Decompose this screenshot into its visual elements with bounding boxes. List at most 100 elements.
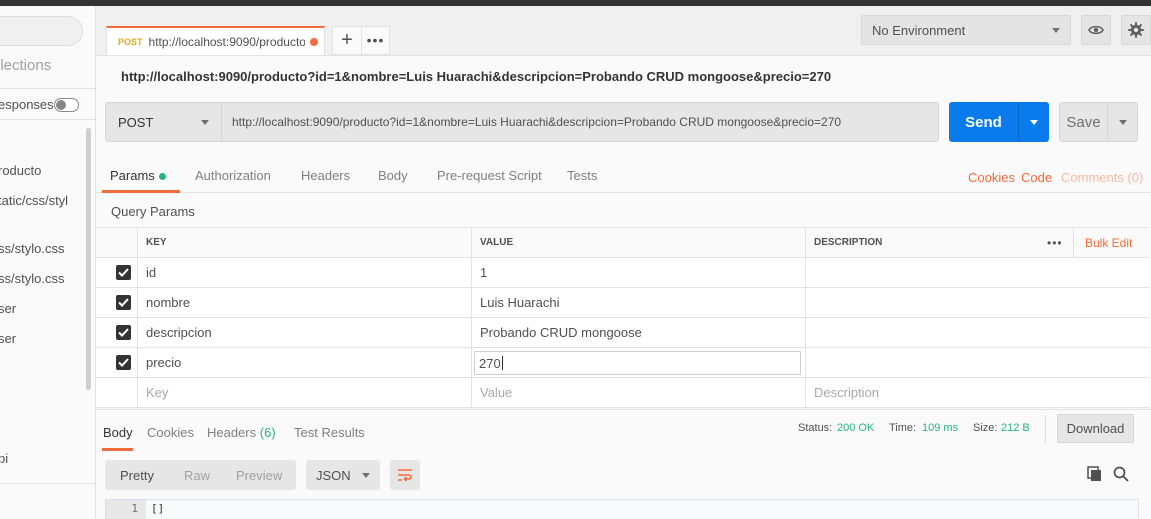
param-key-cell[interactable]: precio (137, 348, 471, 377)
table-row: descripcion Probando CRUD mongoose (96, 318, 1149, 348)
save-responses-label: esponses (0, 97, 54, 112)
param-value-cell[interactable]: 1 (471, 258, 805, 287)
response-format-select[interactable]: JSON (306, 460, 380, 490)
param-value-input-text: 270 (479, 355, 501, 371)
new-tab-button[interactable]: + (332, 26, 362, 55)
param-key-cell[interactable]: nombre (137, 288, 471, 317)
row-enabled-checkbox[interactable] (116, 325, 131, 340)
request-tab[interactable]: POST http://localhost:9090/producto?id=1… (106, 26, 325, 55)
time-label: Time: (889, 422, 917, 434)
param-key-cell[interactable]: id (137, 258, 471, 287)
table-row: id 1 (96, 258, 1149, 288)
save-button[interactable]: Save (1059, 102, 1108, 142)
response-tab-headers[interactable]: Headers (6) (207, 425, 276, 440)
row-enabled-checkbox[interactable] (116, 295, 131, 310)
param-description-cell[interactable] (805, 348, 1149, 377)
save-options-button[interactable] (1108, 102, 1138, 142)
send-options-button[interactable] (1018, 102, 1049, 142)
row-checkbox-cell (96, 348, 137, 377)
response-tab-cookies[interactable]: Cookies (147, 425, 194, 440)
sidebar-history-item[interactable]: ss/stylo.css (0, 271, 64, 286)
line-number: 1 (106, 500, 146, 519)
sidebar-history-item[interactable]: ser (0, 331, 16, 346)
tab-params[interactable]: Params (110, 168, 166, 183)
sidebar-collections-tab[interactable]: llections (0, 57, 51, 74)
sidebar-divider (0, 119, 95, 120)
tab-tests[interactable]: Tests (567, 168, 597, 183)
sidebar-history-item[interactable]: pi (0, 451, 8, 466)
http-method-select[interactable]: POST (105, 102, 222, 142)
param-key-cell[interactable]: descripcion (137, 318, 471, 347)
bulk-edit-link[interactable]: Bulk Edit (1085, 236, 1132, 250)
sidebar-history-item[interactable]: ser (0, 301, 16, 316)
sidebar-history-item[interactable]: ss/stylo.css (0, 241, 64, 256)
check-icon (118, 328, 129, 337)
cookies-link[interactable]: Cookies (968, 170, 1015, 185)
size-value[interactable]: 212 B (1001, 422, 1030, 434)
sidebar-history-item[interactable]: roducto (0, 163, 41, 178)
tab-pre-request-script[interactable]: Pre-request Script (437, 168, 542, 183)
param-value-input-active[interactable]: 270 (474, 351, 801, 375)
tab-authorization[interactable]: Authorization (195, 168, 271, 183)
active-response-tab-indicator (102, 448, 133, 451)
response-tab-test-results[interactable]: Test Results (294, 425, 365, 440)
request-url-input[interactable]: http://localhost:9090/producto?id=1&nomb… (222, 102, 939, 142)
save-button-label: Save (1066, 113, 1101, 131)
unsaved-changes-dot[interactable] (309, 37, 318, 46)
response-tab-body[interactable]: Body (103, 425, 133, 440)
sidebar-divider (0, 483, 95, 484)
row-enabled-checkbox[interactable] (116, 355, 131, 370)
active-tab-indicator (102, 190, 180, 193)
response-headers-count: (6) (259, 425, 276, 440)
send-button[interactable]: Send (949, 102, 1018, 142)
param-description-cell[interactable] (805, 258, 1149, 287)
search-icon[interactable] (1113, 466, 1129, 482)
environment-quick-look-button[interactable] (1081, 15, 1111, 45)
response-format-value: JSON (316, 467, 351, 483)
new-param-value-input[interactable]: Value (471, 378, 805, 407)
status-value[interactable]: 200 OK (837, 422, 874, 434)
params-indicator-dot (158, 173, 166, 181)
param-description-cell[interactable] (805, 288, 1149, 317)
preview-view-button[interactable]: Preview (236, 468, 282, 483)
comments-link[interactable]: Comments (0) (1061, 170, 1143, 185)
params-table-header: KEY VALUE DESCRIPTION ••• Bulk Edit (96, 227, 1149, 259)
param-description-cell[interactable] (805, 318, 1149, 347)
raw-view-button[interactable]: Raw (184, 468, 210, 483)
tab-headers[interactable]: Headers (301, 168, 350, 183)
pretty-view-button[interactable]: Pretty (120, 468, 154, 483)
time-value[interactable]: 109 ms (922, 422, 958, 434)
row-enabled-checkbox[interactable] (116, 265, 131, 280)
code-link[interactable]: Code (1021, 170, 1052, 185)
new-param-key-input[interactable]: Key (137, 378, 471, 407)
request-name[interactable]: http://localhost:9090/producto?id=1&nomb… (121, 69, 831, 84)
sidebar-scrollbar[interactable] (86, 128, 91, 390)
tab-options-button[interactable]: ••• (362, 26, 390, 55)
save-responses-toggle[interactable] (54, 98, 79, 112)
new-param-description-input[interactable]: Description (805, 378, 1149, 407)
manage-environments-button[interactable] (1121, 15, 1151, 45)
response-body-editor[interactable]: 1 [] (105, 499, 1139, 519)
download-button[interactable]: Download (1057, 414, 1134, 443)
param-value-cell[interactable]: Probando CRUD mongoose (471, 318, 805, 347)
environment-select[interactable]: No Environment (861, 15, 1071, 45)
tab-body[interactable]: Body (378, 168, 408, 183)
table-row: precio 270 (96, 348, 1149, 378)
check-icon (118, 298, 129, 307)
sidebar-divider (0, 88, 95, 89)
more-horizontal-icon[interactable]: ••• (1047, 236, 1063, 250)
copy-icon[interactable] (1087, 466, 1103, 482)
row-checkbox-cell (96, 318, 137, 347)
tab-method-label: POST (118, 36, 143, 47)
chevron-down-icon (1030, 119, 1038, 125)
wrap-lines-button[interactable] (390, 460, 420, 490)
http-method-value: POST (118, 114, 154, 130)
plus-icon: + (341, 29, 353, 51)
sidebar-history-item[interactable]: tatic/css/styl (0, 193, 68, 208)
eye-icon (1088, 25, 1104, 35)
param-value-cell[interactable]: Luis Huarachi (471, 288, 805, 317)
size-label: Size: (973, 422, 998, 434)
sidebar-search-input[interactable] (0, 16, 83, 46)
request-url-value: http://localhost:9090/producto?id=1&nomb… (232, 115, 842, 129)
table-row: nombre Luis Huarachi (96, 288, 1149, 318)
